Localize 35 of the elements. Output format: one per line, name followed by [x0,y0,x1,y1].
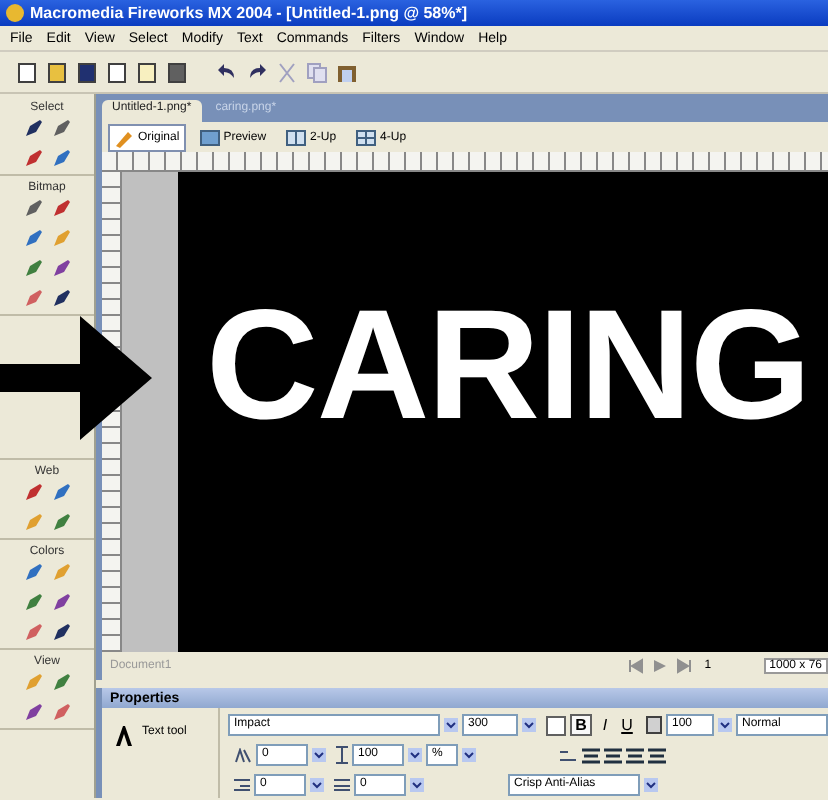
dropdown-icon[interactable] [312,748,326,762]
window-title: Macromedia Fireworks MX 2004 - [Untitled-1.png @ 58%*] [30,4,468,22]
app-icon [6,4,24,22]
indent-icon [234,778,250,792]
undo-icon[interactable] [216,61,238,83]
baseline-icon[interactable] [560,747,578,763]
opacity-icon [646,716,662,734]
leading-icon [336,746,348,764]
align-icon[interactable] [604,747,622,763]
last-frame-icon[interactable] [676,658,693,674]
split-view-icon [286,127,307,147]
play-icon[interactable] [652,658,669,674]
dropdown-icon[interactable] [718,718,732,732]
color-swatch[interactable] [546,715,566,735]
dropdown-icon[interactable] [462,748,476,762]
dropdown-icon[interactable] [408,748,422,762]
redo-icon[interactable] [246,61,268,83]
align-icon[interactable] [582,747,600,763]
grid-view-icon [356,127,377,147]
dropdown-icon[interactable] [410,778,424,792]
style-button[interactable]: U [618,716,636,734]
style-button[interactable]: B [570,714,592,736]
align-icon[interactable] [648,747,666,763]
kerning-icon [234,747,252,763]
style-button[interactable]: I [596,716,614,734]
dropdown-icon[interactable] [310,778,324,792]
dropdown-icon[interactable] [522,718,536,732]
pencil-icon [114,127,134,147]
canvas-text: CARING [206,273,810,455]
first-frame-icon[interactable] [628,658,645,674]
image-icon [199,127,220,147]
align-icon[interactable] [626,747,644,763]
spacing-icon [334,778,350,792]
dropdown-icon[interactable] [644,778,658,792]
dropdown-icon[interactable] [444,718,458,732]
